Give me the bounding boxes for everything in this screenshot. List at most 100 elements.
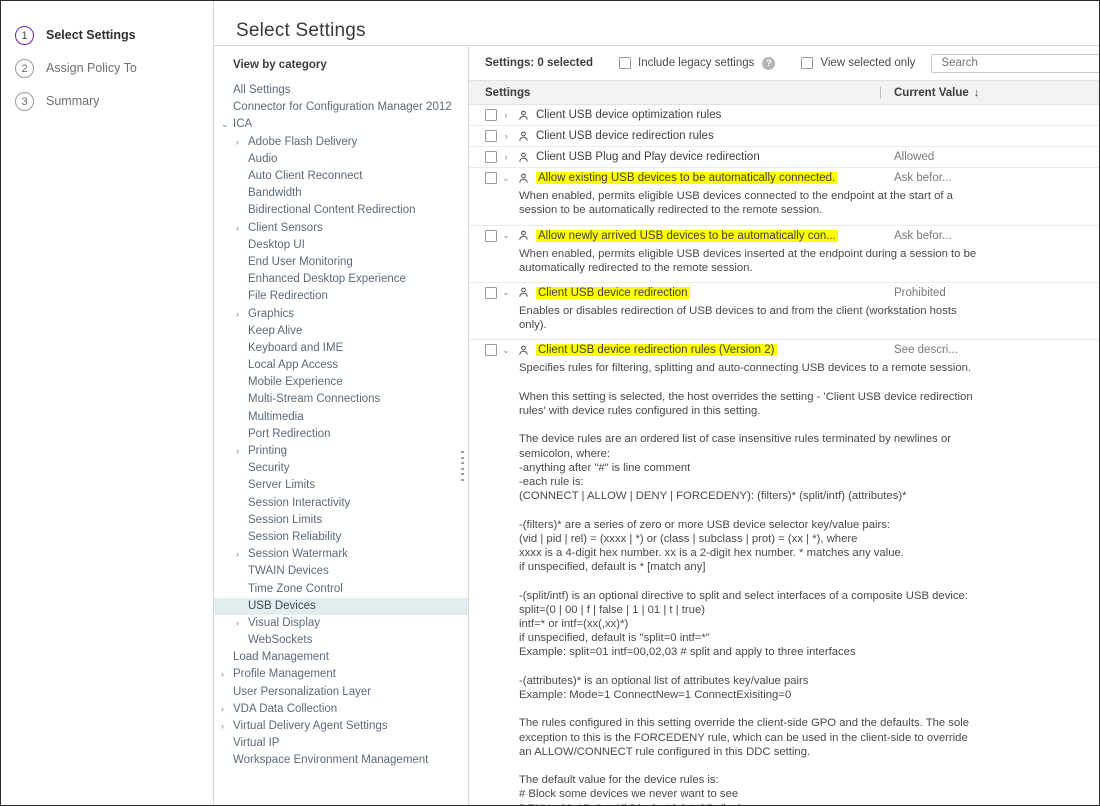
tree-item-multi-stream-connections[interactable]: Multi-Stream Connections bbox=[214, 391, 468, 408]
tree-item-enhanced-desktop-experience[interactable]: Enhanced Desktop Experience bbox=[214, 271, 468, 288]
tree-item-websockets[interactable]: WebSockets bbox=[214, 632, 468, 649]
tree-item-twain-devices[interactable]: TWAIN Devices bbox=[214, 563, 468, 580]
tree-item-adobe-flash-delivery[interactable]: › Adobe Flash Delivery bbox=[214, 134, 468, 151]
settings-table-header: Settings | Current Value ↓ bbox=[469, 80, 1099, 106]
tree-item-label: Adobe Flash Delivery bbox=[248, 135, 358, 148]
row-select-checkbox[interactable] bbox=[485, 109, 497, 122]
tree-item-port-redirection[interactable]: Port Redirection bbox=[214, 426, 468, 443]
tree-item-label: All Settings bbox=[233, 84, 291, 97]
tree-item-usb-devices[interactable]: USB Devices bbox=[214, 597, 468, 615]
tree-item-ica[interactable]: ⌄ ICA bbox=[214, 116, 468, 133]
tree-item-bandwidth[interactable]: Bandwidth bbox=[214, 185, 468, 202]
setting-name: Client USB Plug and Play device redirect… bbox=[536, 151, 760, 164]
chevron-right-icon[interactable]: › bbox=[221, 666, 224, 683]
chevron-right-icon[interactable]: › bbox=[497, 152, 515, 162]
tree-item-vda-data-collection[interactable]: › VDA Data Collection bbox=[214, 701, 468, 718]
chevron-down-icon[interactable]: ⌄ bbox=[221, 116, 229, 133]
setting-description: When enabled, permits eligible USB devic… bbox=[519, 190, 957, 217]
chevron-right-icon[interactable]: › bbox=[236, 134, 239, 151]
tree-item-audio[interactable]: Audio bbox=[214, 151, 468, 168]
row-select-checkbox[interactable] bbox=[485, 151, 497, 164]
chevron-down-icon[interactable]: ⌄ bbox=[497, 230, 515, 241]
column-header-settings[interactable]: Settings bbox=[469, 87, 879, 99]
tree-item-time-zone-control[interactable]: Time Zone Control bbox=[214, 581, 468, 598]
tree-item-server-limits[interactable]: Server Limits bbox=[214, 477, 468, 494]
column-header-current-value[interactable]: Current Value ↓ bbox=[894, 87, 1099, 99]
help-icon[interactable]: ? bbox=[762, 56, 776, 70]
chevron-right-icon[interactable]: › bbox=[236, 546, 239, 563]
wizard-step-summary[interactable]: 3 Summary bbox=[15, 85, 213, 117]
pane-resize-handle[interactable] bbox=[459, 451, 466, 482]
tree-item-end-user-monitoring[interactable]: End User Monitoring bbox=[214, 254, 468, 271]
row-select-checkbox[interactable] bbox=[485, 130, 497, 143]
tree-item-session-interactivity[interactable]: Session Interactivity bbox=[214, 495, 468, 512]
tree-item-keep-alive[interactable]: Keep Alive bbox=[214, 323, 468, 340]
tree-item-load-management[interactable]: Load Management bbox=[214, 649, 468, 666]
chevron-right-icon[interactable]: › bbox=[236, 443, 239, 460]
table-row[interactable]: ⌄ Client USB device redirection Prohibited… bbox=[469, 283, 1099, 341]
tree-item-all-settings[interactable]: All Settings bbox=[214, 82, 468, 99]
setting-current-value: Prohibited bbox=[894, 286, 946, 299]
table-row[interactable]: › Client USB device optimization rules bbox=[469, 105, 1099, 127]
tree-item-bidirectional-content-redirection[interactable]: Bidirectional Content Redirection bbox=[214, 202, 468, 219]
chevron-right-icon[interactable]: › bbox=[497, 131, 515, 141]
table-row[interactable]: ⌄ Client USB device redirection rules (Ve… bbox=[469, 340, 1099, 805]
tree-item-profile-management[interactable]: › Profile Management bbox=[214, 666, 468, 683]
tree-item-label: Time Zone Control bbox=[248, 582, 343, 595]
row-select-checkbox[interactable] bbox=[485, 344, 497, 357]
tree-item-label: Load Management bbox=[233, 651, 329, 664]
tree-item-session-watermark[interactable]: › Session Watermark bbox=[214, 546, 468, 563]
table-row-main: › Client USB device redirection rules bbox=[469, 126, 1099, 146]
tree-item-workspace-environment-management[interactable]: Workspace Environment Management bbox=[214, 752, 468, 769]
user-setting-icon bbox=[515, 131, 531, 142]
tree-item-local-app-access[interactable]: Local App Access bbox=[214, 357, 468, 374]
chevron-down-icon[interactable]: ⌄ bbox=[497, 287, 515, 298]
chevron-right-icon[interactable]: › bbox=[221, 718, 224, 735]
tree-item-client-sensors[interactable]: › Client Sensors bbox=[214, 220, 468, 237]
table-row[interactable]: ⌄ Allow existing USB devices to be automa… bbox=[469, 168, 1099, 226]
table-row[interactable]: ⌄ Allow newly arrived USB devices to be a… bbox=[469, 226, 1099, 283]
tree-item-mobile-experience[interactable]: Mobile Experience bbox=[214, 374, 468, 391]
table-row-main: ⌄ Client USB device redirection Prohibited bbox=[469, 283, 1099, 303]
tree-item-virtual-delivery-agent-settings[interactable]: › Virtual Delivery Agent Settings bbox=[214, 718, 468, 735]
row-select-checkbox[interactable] bbox=[485, 229, 497, 242]
tree-item-virtual-ip[interactable]: Virtual IP bbox=[214, 735, 468, 752]
chevron-right-icon[interactable]: › bbox=[497, 110, 515, 120]
chevron-right-icon[interactable]: › bbox=[221, 701, 224, 718]
row-select-checkbox[interactable] bbox=[485, 172, 497, 185]
step-label: Select Settings bbox=[46, 28, 136, 42]
table-row[interactable]: › Client USB device redirection rules bbox=[469, 126, 1099, 148]
view-selected-only-checkbox[interactable]: View selected only bbox=[801, 57, 915, 70]
tree-item-graphics[interactable]: › Graphics bbox=[214, 306, 468, 323]
tree-item-user-personalization-layer[interactable]: User Personalization Layer bbox=[214, 684, 468, 701]
column-divider: | bbox=[879, 86, 882, 99]
search-input[interactable] bbox=[931, 53, 1099, 73]
tree-item-auto-client-reconnect[interactable]: Auto Client Reconnect bbox=[214, 168, 468, 185]
wizard-steps-rail: 1 Select Settings 2 Assign Policy To 3 S… bbox=[1, 1, 214, 805]
table-row-main: ⌄ Allow newly arrived USB devices to be a… bbox=[469, 226, 1099, 246]
include-legacy-settings-checkbox[interactable]: Include legacy settings bbox=[619, 57, 754, 70]
chevron-right-icon[interactable]: › bbox=[236, 306, 239, 323]
tree-item-connector-for-configuration-manager-2012[interactable]: Connector for Configuration Manager 2012 bbox=[214, 99, 468, 116]
tree-item-visual-display[interactable]: › Visual Display bbox=[214, 615, 468, 632]
setting-current-value: Ask befor... bbox=[894, 172, 952, 185]
row-select-checkbox[interactable] bbox=[485, 286, 497, 299]
wizard-step-select-settings[interactable]: 1 Select Settings bbox=[15, 19, 213, 51]
tree-item-file-redirection[interactable]: File Redirection bbox=[214, 288, 468, 305]
setting-name: Client USB device redirection bbox=[536, 286, 894, 299]
table-row-main: ⌄ Client USB device redirection rules (Ve… bbox=[469, 340, 1099, 360]
tree-item-desktop-ui[interactable]: Desktop UI bbox=[214, 237, 468, 254]
tree-item-multimedia[interactable]: Multimedia bbox=[214, 409, 468, 426]
tree-item-printing[interactable]: › Printing bbox=[214, 443, 468, 460]
chevron-right-icon[interactable]: › bbox=[236, 220, 239, 237]
user-setting-icon bbox=[515, 152, 531, 163]
table-row[interactable]: › Client USB Plug and Play device redirec… bbox=[469, 147, 1099, 169]
chevron-right-icon[interactable]: › bbox=[236, 615, 239, 632]
chevron-down-icon[interactable]: ⌄ bbox=[497, 173, 515, 184]
tree-item-session-reliability[interactable]: Session Reliability bbox=[214, 529, 468, 546]
chevron-down-icon[interactable]: ⌄ bbox=[497, 345, 515, 356]
tree-item-security[interactable]: Security bbox=[214, 460, 468, 477]
tree-item-keyboard-and-ime[interactable]: Keyboard and IME bbox=[214, 340, 468, 357]
tree-item-session-limits[interactable]: Session Limits bbox=[214, 512, 468, 529]
wizard-step-assign-policy-to[interactable]: 2 Assign Policy To bbox=[15, 52, 213, 84]
